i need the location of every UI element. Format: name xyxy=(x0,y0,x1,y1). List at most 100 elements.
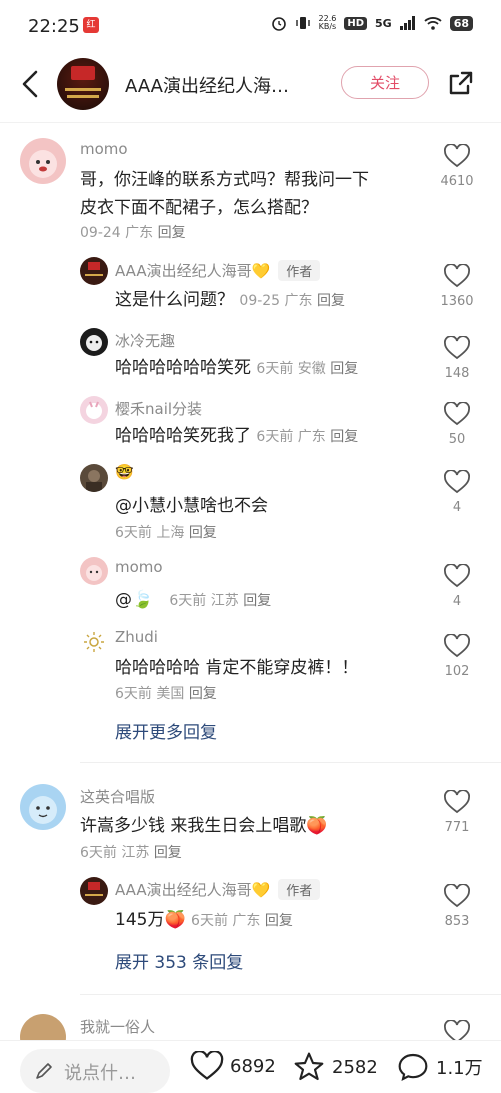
comment-divider xyxy=(80,762,501,763)
heart-icon xyxy=(444,336,470,360)
like-count: 50 xyxy=(448,432,466,447)
status-icons: 22.6 KB/s HD 5G 68 xyxy=(271,15,473,31)
like-button[interactable]: 4 xyxy=(435,470,479,515)
reply-button[interactable]: 回复 xyxy=(189,525,217,541)
back-icon[interactable] xyxy=(16,68,46,100)
reply-username[interactable]: momo xyxy=(115,558,163,576)
reply-text: 145万🍑 6天前 广东 回复 xyxy=(115,910,293,930)
reply-username[interactable]: Zhudi xyxy=(115,628,158,646)
reply-button[interactable]: 回复 xyxy=(243,593,271,609)
reply-button[interactable]: 回复 xyxy=(317,293,345,309)
reply-text: @🍃 6天前 江苏 回复 xyxy=(115,590,272,610)
header-divider xyxy=(0,122,501,123)
replier-avatar[interactable] xyxy=(80,557,108,585)
reply-button[interactable]: 回复 xyxy=(330,429,358,445)
reply-username[interactable]: 冰冷无趣 xyxy=(115,330,175,351)
vibrate-icon xyxy=(295,17,310,29)
like-count: 102 xyxy=(444,664,470,679)
replier-avatar[interactable] xyxy=(80,877,108,905)
heart-icon xyxy=(444,264,470,288)
replier-avatar[interactable] xyxy=(80,396,108,424)
like-count: 771 xyxy=(444,820,470,835)
reply-text: @小慧小慧啥也不会 xyxy=(115,496,268,516)
star-icon xyxy=(294,1052,324,1081)
reply-button[interactable]: 回复 xyxy=(154,845,182,861)
expand-replies-button[interactable]: 展开 353 条回复 xyxy=(115,948,243,973)
reply-button[interactable]: 回复 xyxy=(158,225,186,241)
comment-button[interactable]: 1.1万 xyxy=(396,1051,483,1083)
status-time: 22:25 xyxy=(28,16,80,37)
comment-meta: 6天前 江苏 回复 xyxy=(80,845,182,861)
reply-button[interactable]: 回复 xyxy=(265,913,293,929)
like-button[interactable]: 4 xyxy=(435,564,479,609)
heart-icon xyxy=(444,402,470,426)
replier-avatar[interactable] xyxy=(80,464,108,492)
reply-username[interactable]: AAA演出经纪人海哥💛 作者 xyxy=(115,260,321,281)
like-count: 148 xyxy=(444,366,470,381)
heart-icon xyxy=(444,634,470,658)
reply-meta: 6天前 江苏 回复 xyxy=(169,593,272,609)
author-tag: 作者 xyxy=(278,879,321,900)
star-count: 2582 xyxy=(332,1056,378,1078)
net-speed: 22.6 KB/s xyxy=(318,14,337,31)
like-button[interactable]: 853 xyxy=(435,884,479,929)
star-button[interactable]: 2582 xyxy=(292,1051,378,1083)
comment-count: 1.1万 xyxy=(436,1058,483,1079)
heart-icon xyxy=(444,564,470,588)
replier-avatar[interactable] xyxy=(80,257,108,285)
notification-app-icon: 红 xyxy=(83,17,99,33)
like-count: 4610 xyxy=(440,174,474,189)
status-bar: 22:25 红 22.6 KB/s HD 5G 68 xyxy=(0,0,501,52)
like-button[interactable]: 102 xyxy=(435,634,479,679)
signal-icon xyxy=(399,16,415,30)
reply-username[interactable]: 🤓 xyxy=(115,463,134,481)
author-avatar[interactable] xyxy=(57,58,109,110)
chat-bubble-icon xyxy=(398,1053,428,1081)
reply-username[interactable]: 樱禾nail分装 xyxy=(115,398,202,419)
comment-text: 哥，你汪峰的联系方式吗？帮我问一下 xyxy=(80,170,369,190)
heart-icon xyxy=(444,470,470,494)
heart-icon xyxy=(444,144,470,168)
like-button[interactable]: 50 xyxy=(435,402,479,447)
network-type: 5G xyxy=(375,16,392,30)
like-total-count: 6892 xyxy=(230,1055,276,1077)
replier-avatar[interactable] xyxy=(80,328,108,356)
comment-input[interactable]: 说点什… xyxy=(20,1049,170,1093)
sun-icon xyxy=(84,632,104,652)
hd-badge: HD xyxy=(344,16,367,30)
heart-icon xyxy=(190,1051,224,1080)
follow-button[interactable]: 关注 xyxy=(341,66,429,99)
comment-divider xyxy=(80,994,501,995)
like-count: 4 xyxy=(452,594,462,609)
reply-meta: 6天前 广东 回复 xyxy=(191,913,293,929)
share-icon[interactable] xyxy=(448,70,474,96)
like-button[interactable]: 4610 xyxy=(435,144,479,189)
alarm-icon xyxy=(271,17,286,31)
header: AAA演出经纪人海… 关注 xyxy=(0,52,501,118)
like-button[interactable]: 148 xyxy=(435,336,479,381)
comment-username[interactable]: 我就一俗人 xyxy=(80,1016,155,1037)
reply-meta: 6天前 上海 回复 xyxy=(115,525,217,541)
like-count: 853 xyxy=(444,914,470,929)
page-title[interactable]: AAA演出经纪人海… xyxy=(125,72,325,98)
replier-avatar[interactable] xyxy=(80,628,108,656)
reply-username[interactable]: AAA演出经纪人海哥💛 作者 xyxy=(115,879,321,900)
comment-username[interactable]: 这英合唱版 xyxy=(80,786,155,807)
reply-text: 哈哈哈哈笑死我了 6天前 广东 回复 xyxy=(115,426,359,446)
comment-text: 皮衣下面不配裙子，怎么搭配？ xyxy=(80,198,318,218)
like-button[interactable]: 1360 xyxy=(435,264,479,309)
like-button[interactable]: 771 xyxy=(435,790,479,835)
reply-button[interactable]: 回复 xyxy=(189,686,217,702)
heart-icon xyxy=(444,790,470,814)
commenter-avatar[interactable] xyxy=(20,784,66,830)
reply-button[interactable]: 回复 xyxy=(330,361,358,377)
commenter-avatar[interactable] xyxy=(20,138,66,184)
comment-username[interactable]: momo xyxy=(80,140,128,158)
comment-meta: 09-24 广东 回复 xyxy=(80,225,186,241)
pencil-icon xyxy=(36,1063,52,1079)
like-total-button[interactable]: 6892 xyxy=(190,1051,276,1081)
reply-meta: 09-25 广东 回复 xyxy=(239,293,345,309)
reply-meta: 6天前 安徽 回复 xyxy=(256,361,359,377)
expand-replies-button[interactable]: 展开更多回复 xyxy=(115,718,217,743)
input-placeholder: 说点什… xyxy=(64,1063,136,1084)
